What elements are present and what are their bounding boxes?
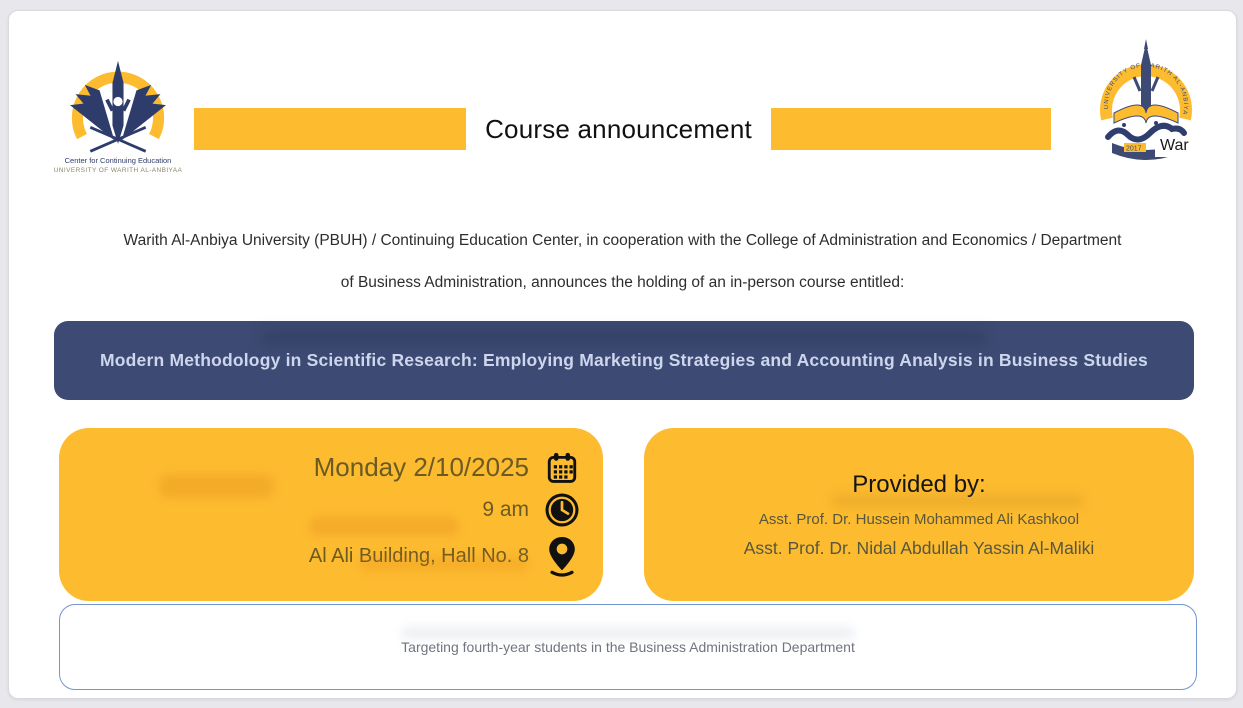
course-date: Monday 2/10/2025 xyxy=(314,452,529,483)
header-accent-bar-left xyxy=(194,108,466,150)
page-title: Course announcement xyxy=(466,108,771,150)
schedule-box: Monday 2/10/2025 9 am xyxy=(59,428,603,601)
intro-line-2: of Business Administration, announces th… xyxy=(9,274,1236,292)
course-title-banner: Modern Methodology in Scientific Researc… xyxy=(54,321,1194,400)
intro-line-1: Warith Al-Anbiya University (PBUH) / Con… xyxy=(9,232,1236,250)
course-time: 9 am xyxy=(482,498,529,522)
university-logo: UNIVERSITY OF WARITH AL-ANBIYAA 2017 xyxy=(1094,39,1198,187)
location-pin-icon xyxy=(543,535,581,579)
audience-box: Targeting fourth-year students in the Bu… xyxy=(59,604,1197,690)
ghost-text-artifact xyxy=(159,474,274,498)
location-row: Al Ali Building, Hall No. 8 xyxy=(309,535,581,579)
calendar-icon xyxy=(543,451,581,485)
header-accent-bar-right xyxy=(771,108,1051,150)
overlay-text-artifact: War xyxy=(1155,136,1194,157)
ghost-text-artifact xyxy=(309,516,459,536)
left-logo-subcaption: UNIVERSITY OF WARITH AL-ANBIYAA xyxy=(53,167,183,174)
provider-name: Asst. Prof. Dr. Hussein Mohammed Ali Kas… xyxy=(759,511,1079,528)
providers-box: Provided by: Asst. Prof. Dr. Hussein Moh… xyxy=(644,428,1194,601)
providers-heading: Provided by: xyxy=(852,471,985,499)
continuing-education-logo: Center for Continuing Education UNIVERSI… xyxy=(53,59,183,183)
ghost-text-artifact xyxy=(401,627,855,639)
right-logo-year: 2017 xyxy=(1126,146,1142,153)
announcement-card: Center for Continuing Education UNIVERSI… xyxy=(8,10,1237,699)
date-row: Monday 2/10/2025 xyxy=(314,451,581,485)
time-row: 9 am xyxy=(482,492,581,528)
left-logo-caption: Center for Continuing Education xyxy=(53,156,183,165)
university-emblem-icon xyxy=(62,59,174,155)
audience-text: Targeting fourth-year students in the Bu… xyxy=(401,639,855,655)
university-seal-icon: UNIVERSITY OF WARITH AL-ANBIYAA 2017 xyxy=(1094,39,1198,187)
clock-icon xyxy=(543,492,581,528)
course-title: Modern Methodology in Scientific Researc… xyxy=(70,350,1178,371)
provider-name: Asst. Prof. Dr. Nidal Abdullah Yassin Al… xyxy=(744,538,1094,559)
course-location: Al Ali Building, Hall No. 8 xyxy=(309,545,529,568)
ghost-text-artifact xyxy=(259,330,989,345)
